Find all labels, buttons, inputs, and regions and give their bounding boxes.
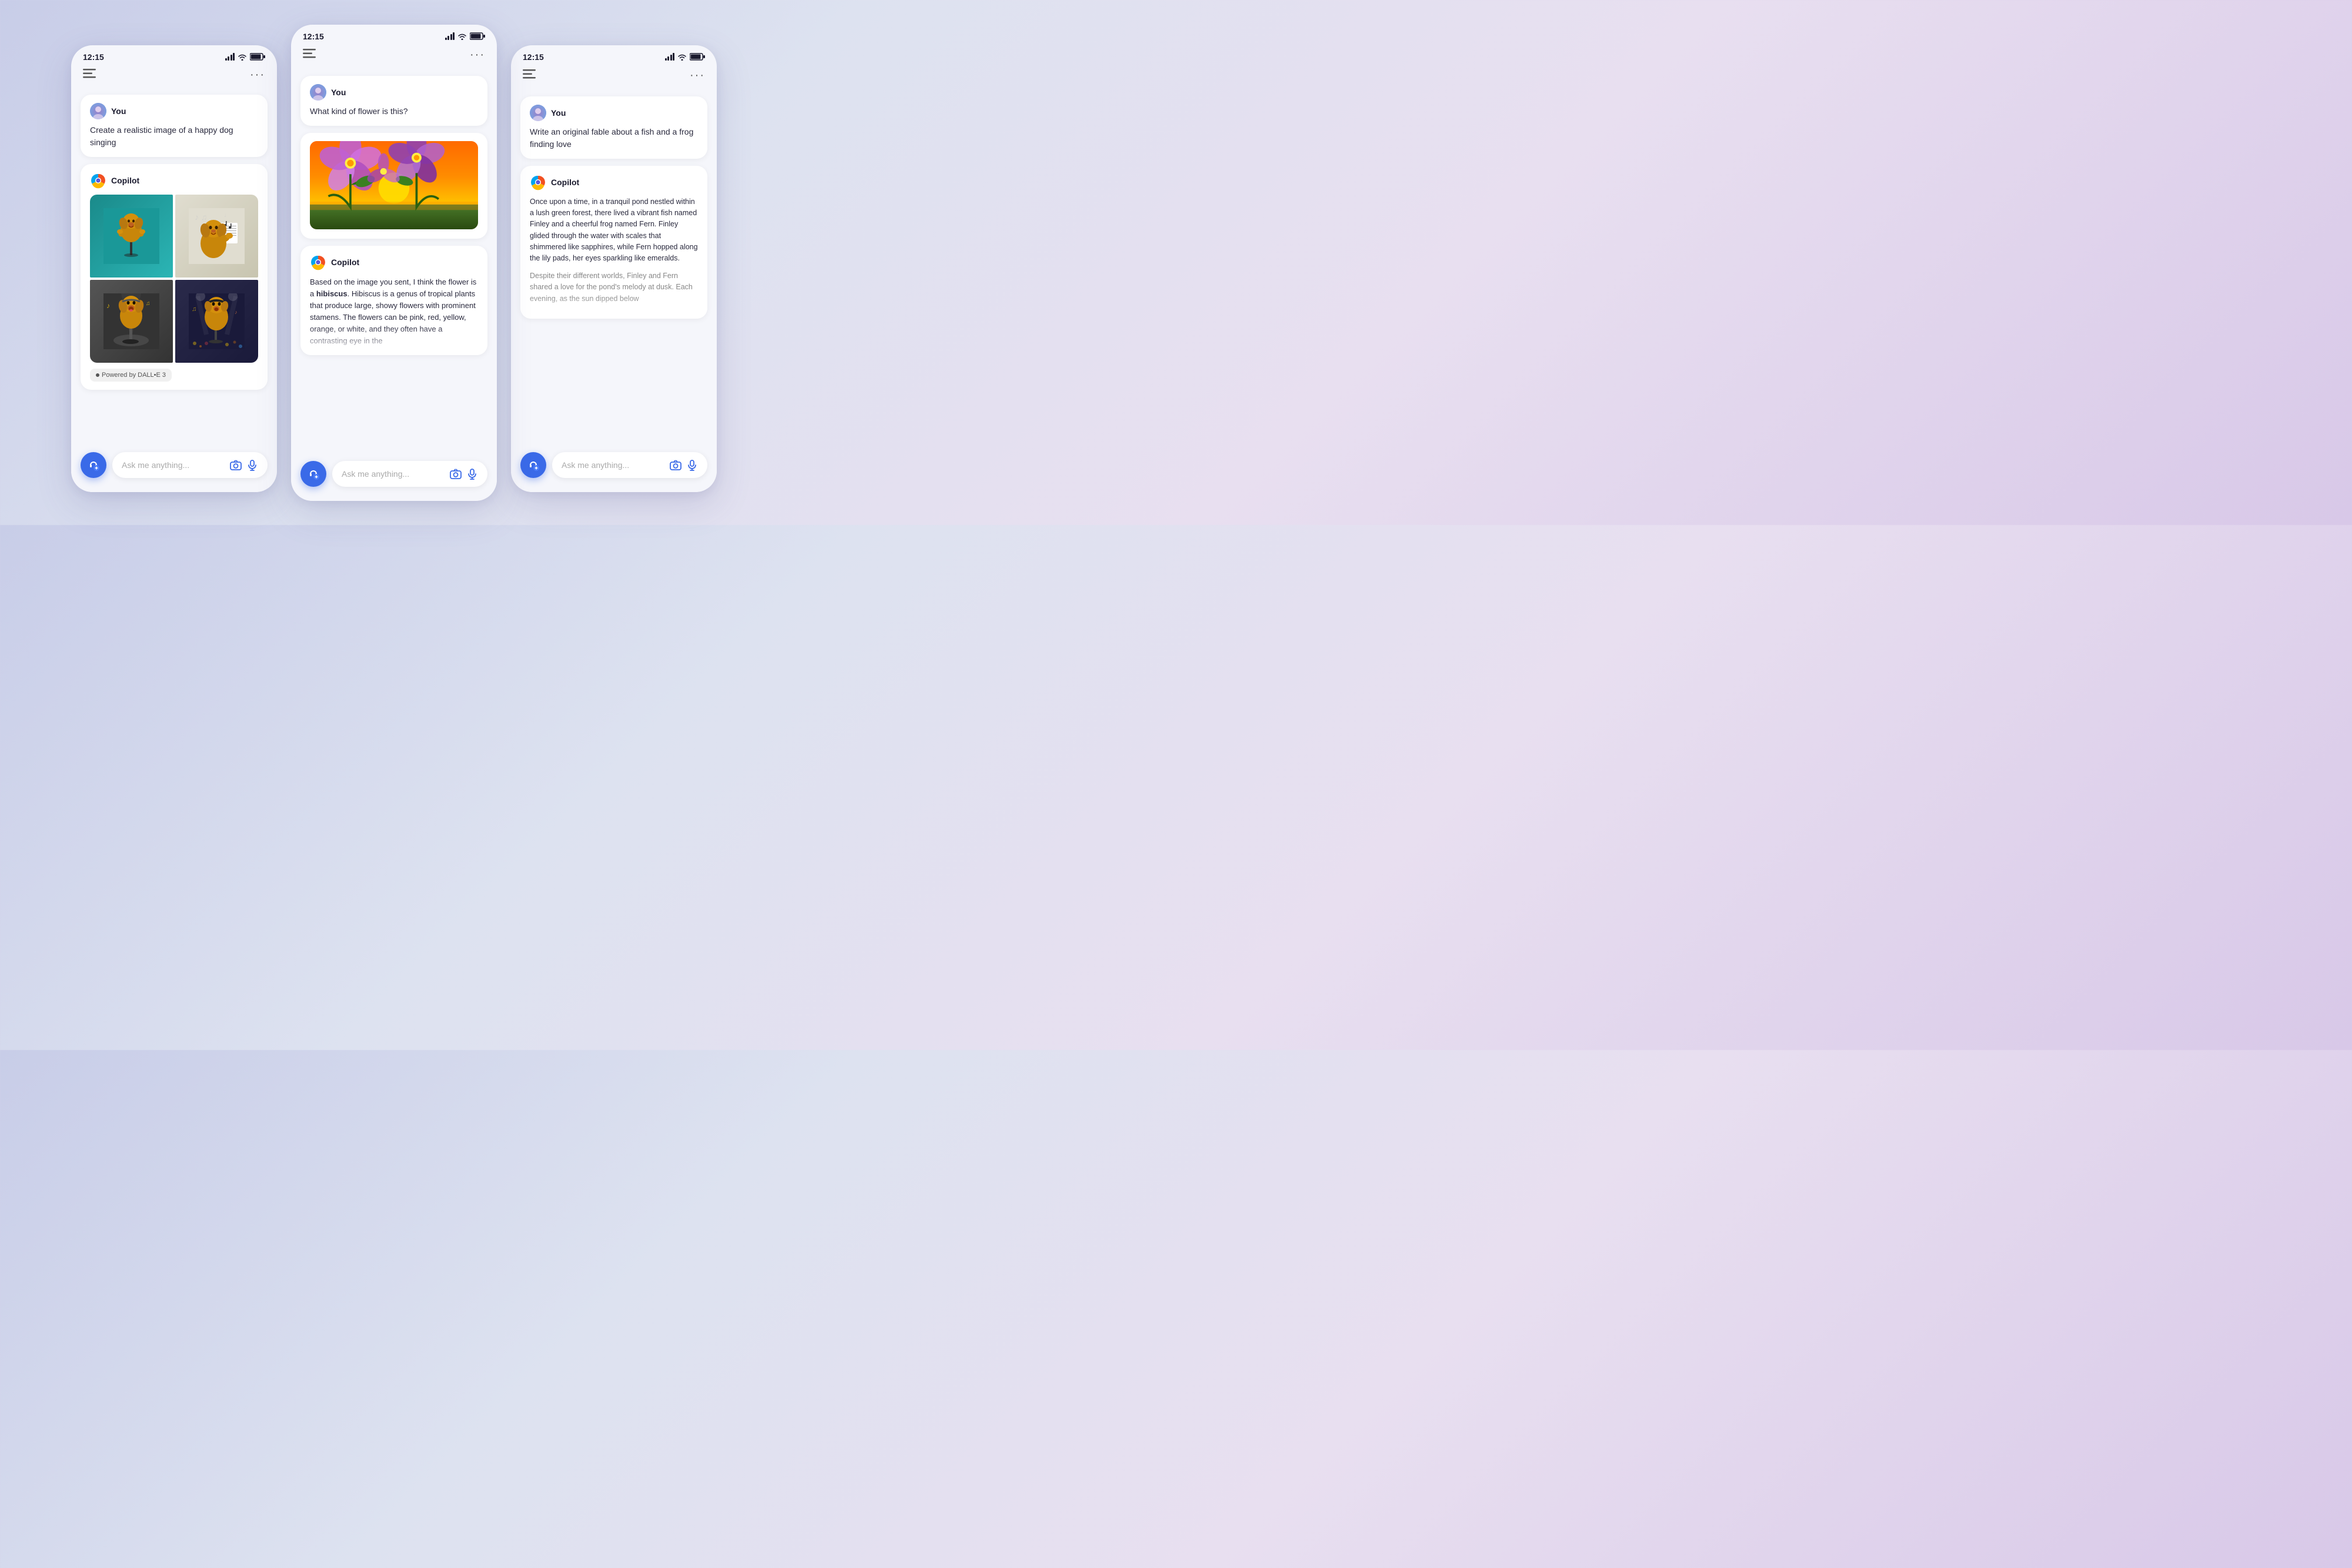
status-time-left: 12:15	[83, 52, 104, 62]
status-icons-left	[225, 53, 266, 61]
status-bar-center: 12:15	[291, 25, 497, 46]
camera-icon-center[interactable]	[450, 468, 462, 480]
status-icons-right	[665, 53, 706, 61]
status-bar-left: 12:15	[71, 45, 277, 66]
user-message-left: You Create a realistic image of a happy …	[81, 95, 268, 157]
user-message-right: You Write an original fable about a fish…	[520, 96, 707, 159]
battery-icon-center	[470, 32, 485, 40]
input-placeholder-center: Ask me anything...	[342, 469, 444, 479]
phone-left: 12:15	[71, 45, 277, 492]
svg-text:♩: ♩	[224, 212, 230, 219]
phone-center: 12:15	[291, 25, 497, 501]
chat-area-center: You What kind of flower is this?	[291, 69, 497, 363]
svg-text:♪: ♪	[235, 309, 238, 315]
wifi-icon-center	[457, 33, 467, 40]
copilot-name-center: Copilot	[331, 258, 359, 267]
menu-icon-left[interactable]	[83, 69, 96, 80]
add-button-left[interactable]	[81, 452, 106, 478]
input-box-right[interactable]: Ask me anything...	[552, 452, 707, 478]
svg-text:♫: ♫	[192, 306, 196, 313]
fable-text-right: Once upon a time, in a tranquil pond nes…	[530, 196, 698, 305]
input-area-center: Ask me anything...	[291, 454, 497, 501]
wifi-icon-right	[677, 54, 687, 61]
more-options-icon-right[interactable]: ···	[690, 69, 705, 82]
avatar-center	[310, 84, 326, 101]
text-fade-right	[520, 295, 707, 319]
input-placeholder-right: Ask me anything...	[562, 460, 664, 470]
flower-image-card	[300, 133, 487, 239]
copilot-logo-right	[530, 174, 546, 190]
user-name-right: You	[551, 108, 566, 118]
dalle-label: Powered by DALL•E 3	[90, 369, 172, 382]
copilot-message-center: Copilot Based on the image you sent, I t…	[300, 246, 487, 356]
phone-right: 12:15	[511, 45, 717, 492]
flower-image	[310, 141, 478, 229]
status-icons-center	[445, 32, 486, 40]
input-box-center[interactable]: Ask me anything...	[332, 461, 487, 487]
copilot-logo-left	[90, 172, 106, 189]
user-text-left: Create a realistic image of a happy dog …	[90, 124, 258, 149]
user-message-center: You What kind of flower is this?	[300, 76, 487, 126]
user-name-center: You	[331, 88, 346, 97]
mic-icon-right[interactable]	[686, 459, 698, 471]
input-placeholder-left: Ask me anything...	[122, 460, 224, 470]
svg-text:♪ ♫: ♪ ♫	[195, 212, 207, 222]
status-bar-right: 12:15	[511, 45, 717, 66]
avatar-right	[530, 105, 546, 121]
dog-image-2: ♪ ♫ ♩	[175, 195, 258, 278]
status-time-center: 12:15	[303, 32, 324, 41]
input-area-right: Ask me anything...	[511, 445, 717, 492]
phones-container: 12:15	[71, 25, 717, 501]
avatar-left	[90, 103, 106, 119]
chat-area-left: You Create a realistic image of a happy …	[71, 88, 277, 397]
signal-icon-center	[445, 33, 455, 40]
dog-image-1	[90, 195, 173, 278]
more-options-icon-left[interactable]: ···	[250, 69, 265, 81]
battery-icon-right	[690, 53, 705, 61]
input-area-left: Ask me anything...	[71, 445, 277, 492]
top-nav-left: ···	[71, 66, 277, 88]
more-options-icon-center[interactable]: ···	[470, 48, 485, 62]
copilot-logo-center	[310, 254, 326, 270]
wifi-icon-left	[238, 54, 247, 61]
top-nav-center: ···	[291, 46, 497, 69]
copilot-message-left: Copilot	[81, 164, 268, 390]
dog-image-grid: ♪ ♫ ♩	[90, 195, 258, 363]
copilot-name-right: Copilot	[551, 178, 579, 187]
user-text-center: What kind of flower is this?	[310, 105, 478, 118]
dog-image-4: ♫ ♪	[175, 280, 258, 363]
add-button-center[interactable]	[300, 461, 326, 487]
copilot-message-right: Copilot Once upon a time, in a tranquil …	[520, 166, 707, 319]
top-nav-right: ···	[511, 66, 717, 89]
camera-icon-right[interactable]	[670, 459, 681, 471]
text-fade-center	[300, 326, 487, 355]
signal-icon-right	[665, 54, 675, 61]
copilot-name-left: Copilot	[111, 176, 139, 185]
battery-icon-left	[250, 53, 265, 61]
user-text-right: Write an original fable about a fish and…	[530, 126, 698, 151]
signal-icon-left	[225, 54, 235, 61]
input-box-left[interactable]: Ask me anything...	[112, 452, 268, 478]
status-time-right: 12:15	[523, 52, 544, 62]
camera-icon-left[interactable]	[230, 459, 242, 471]
mic-icon-left[interactable]	[246, 459, 258, 471]
user-name-left: You	[111, 106, 126, 116]
svg-text:♫: ♫	[146, 300, 151, 307]
dog-image-3: ♪ ♫	[90, 280, 173, 363]
add-button-right[interactable]	[520, 452, 546, 478]
menu-icon-center[interactable]	[303, 49, 316, 61]
svg-text:♪: ♪	[106, 302, 110, 310]
menu-icon-right[interactable]	[523, 69, 536, 82]
mic-icon-center[interactable]	[466, 468, 478, 480]
chat-area-right: You Write an original fable about a fish…	[511, 89, 717, 326]
